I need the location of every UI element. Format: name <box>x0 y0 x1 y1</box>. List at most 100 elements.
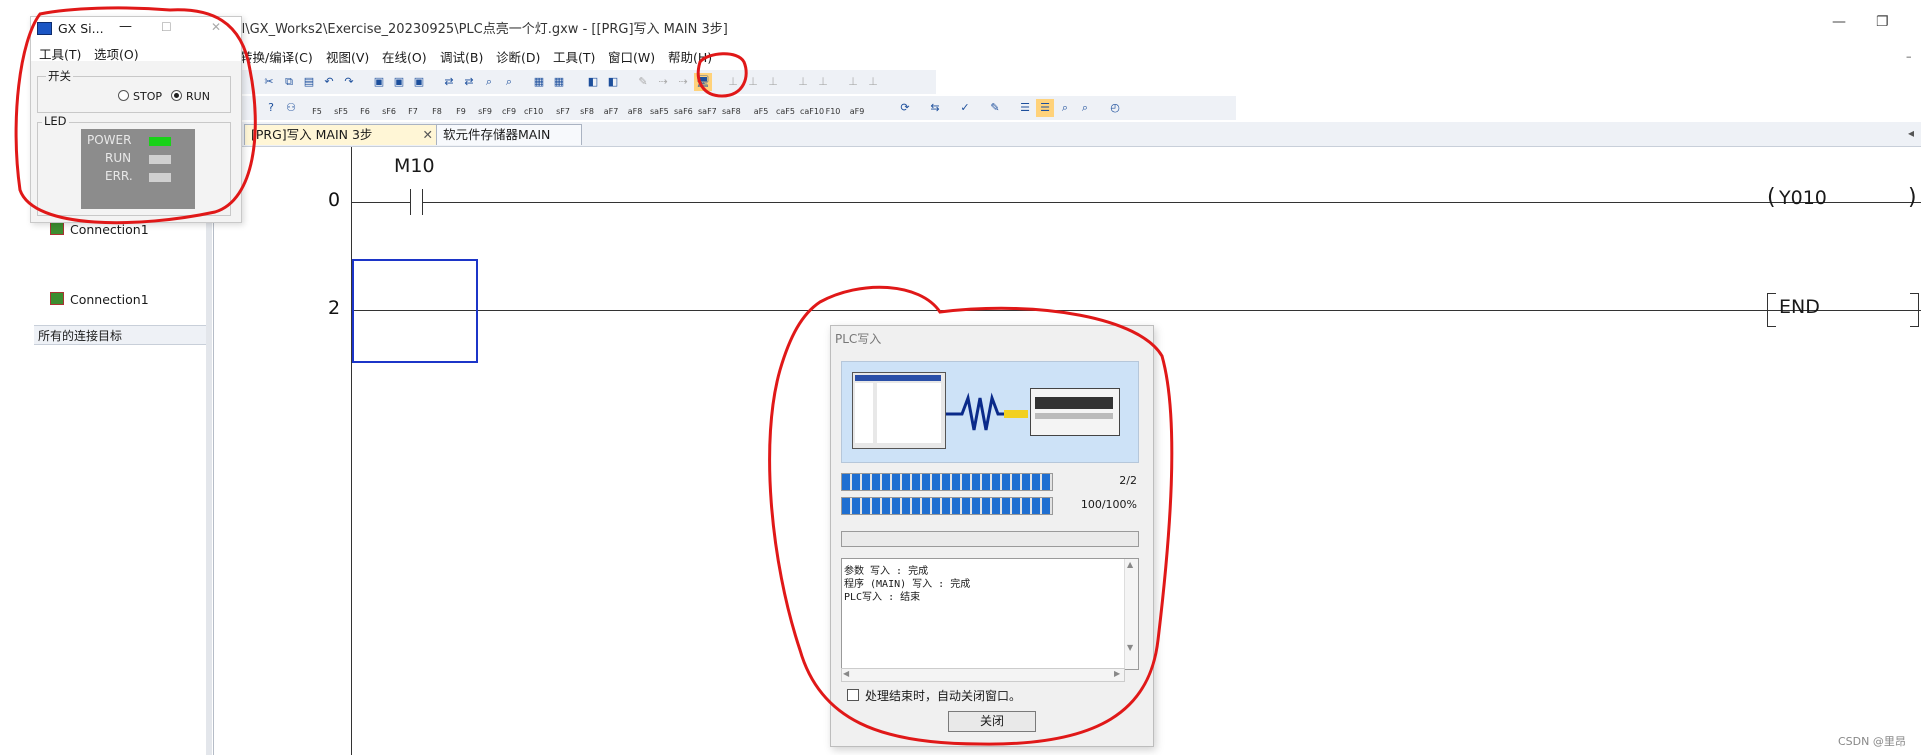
ladder-key-sf7-icon[interactable]: sF7 <box>554 99 572 117</box>
stop-radio[interactable]: STOP <box>118 90 162 103</box>
ladder-convert-icon[interactable]: ⇆ <box>926 99 944 117</box>
ladder-display-icon[interactable]: ☰ <box>1016 99 1034 117</box>
scroll-up-icon[interactable]: ▲ <box>1127 560 1133 569</box>
menu-convert[interactable]: 转换/编译(C) <box>240 47 313 66</box>
menu-help[interactable]: 帮助(H) <box>668 47 712 66</box>
ladder-key-sf8-icon[interactable]: sF8 <box>578 99 596 117</box>
timer-icon[interactable]: ◴ <box>1106 99 1124 117</box>
gx-simulator-window[interactable]: GX Si... — ☐ ✕ 工具(T) 选项(O) 开关 STOP RUN L… <box>30 16 242 223</box>
ladder-key-sf6-icon[interactable]: sF6 <box>380 99 398 117</box>
run-radio[interactable]: RUN <box>171 90 210 103</box>
ladder-check-icon[interactable]: ✓ <box>956 99 974 117</box>
device-search-icon[interactable]: ⌕ <box>1076 99 1094 117</box>
gx-simulator-menu-tools[interactable]: 工具(T) <box>39 44 81 63</box>
gx-simulator-minimize-button[interactable]: — <box>119 19 132 34</box>
monitor-icon[interactable]: ⇄ <box>440 73 458 91</box>
ladder-key-saf8-icon[interactable]: saF8 <box>722 99 741 117</box>
checkbox-box[interactable] <box>847 689 859 701</box>
ladder-comment-icon[interactable]: ✎ <box>986 99 1004 117</box>
gx-simulator-app-icon <box>37 22 52 35</box>
monitor-write-icon[interactable]: ⇄ <box>460 73 478 91</box>
ladder-key-cf9-icon[interactable]: cF9 <box>500 99 518 117</box>
menu-online[interactable]: 在线(O) <box>382 47 427 66</box>
read-plc-icon[interactable]: ▣ <box>370 73 388 91</box>
ladder-key-f7-icon[interactable]: F7 <box>404 99 422 117</box>
redo-icon[interactable]: ↷ <box>340 73 358 91</box>
tab-scroll-left-icon[interactable]: ◂ <box>1908 126 1914 140</box>
tab-device-memory[interactable]: 软元件存储器MAIN <box>436 124 582 145</box>
menu-debug[interactable]: 调试(B) <box>440 47 483 66</box>
help-icon[interactable]: ? <box>262 99 280 117</box>
ladder-key-saf6-icon[interactable]: saF6 <box>674 99 693 117</box>
ladder-key-af7-icon[interactable]: aF7 <box>602 99 620 117</box>
ladder-key-cf10-icon[interactable]: cF10 <box>524 99 543 117</box>
pen-icon[interactable]: ✎ <box>634 73 652 91</box>
ladder-key-sf9-icon[interactable]: sF9 <box>476 99 494 117</box>
ladder-vline-icon[interactable]: ⊥ <box>814 73 832 91</box>
close-button[interactable]: 关闭 <box>948 711 1036 732</box>
device-batch-icon[interactable]: ▦ <box>530 73 548 91</box>
ladder-key-af5-icon[interactable]: aF5 <box>752 99 770 117</box>
scroll-left-icon[interactable]: ◀ <box>843 669 849 678</box>
menu-tools[interactable]: 工具(T) <box>553 47 595 66</box>
dev-edit-icon[interactable]: ◧ <box>604 73 622 91</box>
gx-simulator-close-button[interactable]: ✕ <box>211 20 221 34</box>
connection-item-top[interactable]: Connection1 <box>50 222 149 237</box>
log-horizontal-scrollbar[interactable]: ◀ ▶ <box>841 668 1125 682</box>
ladder-key-f6-icon[interactable]: F6 <box>356 99 374 117</box>
menu-window[interactable]: 窗口(W) <box>608 47 655 66</box>
tab-program-main[interactable]: [PRG]写入 MAIN 3步 ✕ <box>244 124 438 145</box>
cut-icon[interactable]: ✂ <box>260 73 278 91</box>
find-icon[interactable]: ⌕ <box>500 73 518 91</box>
ladder-key-saf5-icon[interactable]: saF5 <box>650 99 669 117</box>
ladder-insert-icon[interactable]: ⊥ <box>724 73 742 91</box>
scroll-right-icon[interactable]: ▶ <box>1114 669 1120 678</box>
dev-icon[interactable]: ◧ <box>584 73 602 91</box>
step-icon[interactable]: ⇢ <box>654 73 672 91</box>
ladder-cursor[interactable] <box>352 259 478 363</box>
ladder-key-f9-icon[interactable]: F9 <box>452 99 470 117</box>
restore-button[interactable]: ❐ <box>1876 14 1889 30</box>
menu-view[interactable]: 视图(V) <box>326 47 369 66</box>
ladder-key-f10-icon[interactable]: F10 <box>824 99 842 117</box>
binoculars-icon[interactable]: ⚇ <box>282 99 300 117</box>
ladder-key-f5-icon[interactable]: F5 <box>308 99 326 117</box>
log-box[interactable]: 参数 写入 : 完成 程序 (MAIN) 写入 : 完成 PLC写入 : 结束 … <box>841 558 1139 670</box>
ladder-key-caf5-icon[interactable]: caF5 <box>776 99 795 117</box>
minimize-button[interactable]: — <box>1832 14 1846 30</box>
auto-close-checkbox[interactable]: 处理结束时，自动关闭窗口。 <box>847 687 1021 704</box>
undo-icon[interactable]: ↶ <box>320 73 338 91</box>
ladder-branch-icon[interactable]: ⊥ <box>844 73 862 91</box>
scroll-down-icon[interactable]: ▼ <box>1127 643 1133 652</box>
simulation-start-icon[interactable]: 🖥 <box>694 73 712 91</box>
copy-icon[interactable]: ⧉ <box>280 73 298 91</box>
ladder-branch2-icon[interactable]: ⊥ <box>864 73 882 91</box>
online-edit-icon[interactable]: ⇢ <box>674 73 692 91</box>
ladder-key-saf7-icon[interactable]: saF7 <box>698 99 717 117</box>
ladder-compile-icon[interactable]: ⟳ <box>896 99 914 117</box>
verify-icon[interactable]: ▣ <box>410 73 428 91</box>
connection-item-bottom[interactable]: Connection1 <box>50 292 149 307</box>
close-tab-icon[interactable]: ✕ <box>423 125 433 145</box>
search-device-icon[interactable]: ⌕ <box>480 73 498 91</box>
menu-diagnostics[interactable]: 诊断(D) <box>496 47 540 66</box>
ladder-key-af9-icon[interactable]: aF9 <box>848 99 866 117</box>
err-led <box>149 173 171 182</box>
ladder-key-f8-icon[interactable]: F8 <box>428 99 446 117</box>
paste-icon[interactable]: ▤ <box>300 73 318 91</box>
ladder-key-af8-icon[interactable]: aF8 <box>626 99 644 117</box>
ladder-monitor-icon[interactable]: ☰ <box>1036 99 1054 117</box>
ladder-key-caf10-icon[interactable]: caF10 <box>800 99 824 117</box>
log-vertical-scrollbar[interactable]: ▲ ▼ <box>1124 559 1138 669</box>
ladder-key-sf5-icon[interactable]: sF5 <box>332 99 350 117</box>
ladder-delete-icon[interactable]: ⊥ <box>744 73 762 91</box>
ladder-hline-icon[interactable]: ⊥ <box>794 73 812 91</box>
plc-write-dialog[interactable]: PLC写入 2/2 100/100% 参数 写入 : 完成 程序 (MAIN) … <box>830 325 1154 747</box>
gx-simulator-titlebar[interactable]: GX Si... — ☐ ✕ <box>31 17 241 41</box>
gx-simulator-maximize-button[interactable]: ☐ <box>161 20 172 34</box>
write-plc-icon[interactable]: ▣ <box>390 73 408 91</box>
device-register-icon[interactable]: ▦ <box>550 73 568 91</box>
zoom-icon[interactable]: ⌕ <box>1056 99 1074 117</box>
gx-simulator-menu-options[interactable]: 选项(O) <box>94 44 139 63</box>
ladder-line-icon[interactable]: ⊥ <box>764 73 782 91</box>
